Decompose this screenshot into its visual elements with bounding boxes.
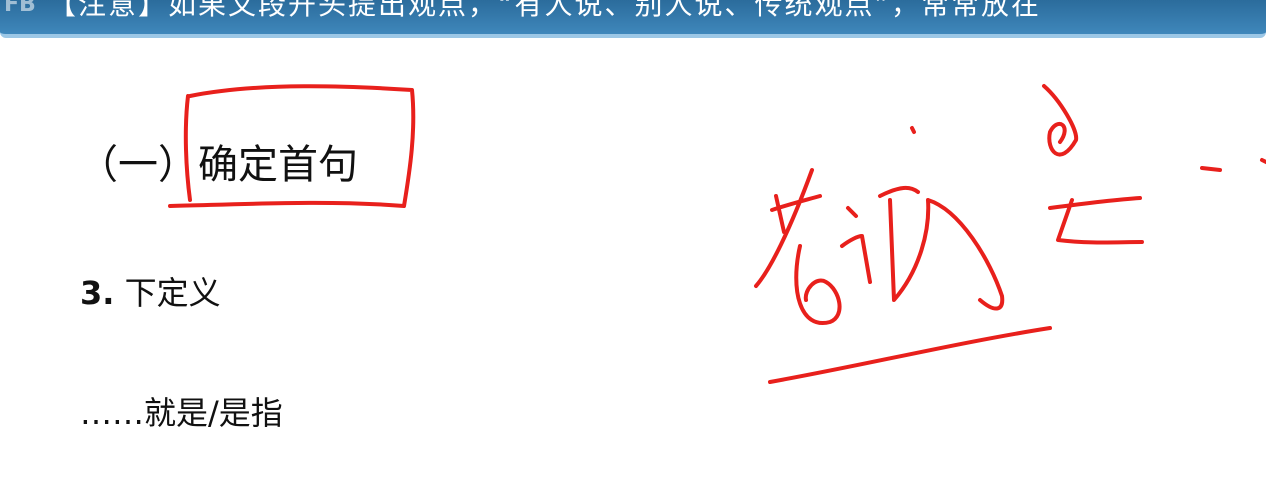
- handwriting-ming: [754, 168, 842, 326]
- slide-page: FB 【注意】如果文段开头提出观点，“有人说、别人说、传统观点”，常常放在 （一…: [0, 0, 1266, 492]
- handwritten-annotations: [168, 84, 1266, 384]
- title-highlight-box: [168, 84, 416, 208]
- handwriting-ci-left: [840, 206, 872, 284]
- handwriting-underline: [768, 326, 1052, 384]
- handwriting-ci-right: [878, 126, 1005, 311]
- handwriting-ellipsis: [1200, 158, 1266, 172]
- handwriting-shi: [1042, 84, 1144, 245]
